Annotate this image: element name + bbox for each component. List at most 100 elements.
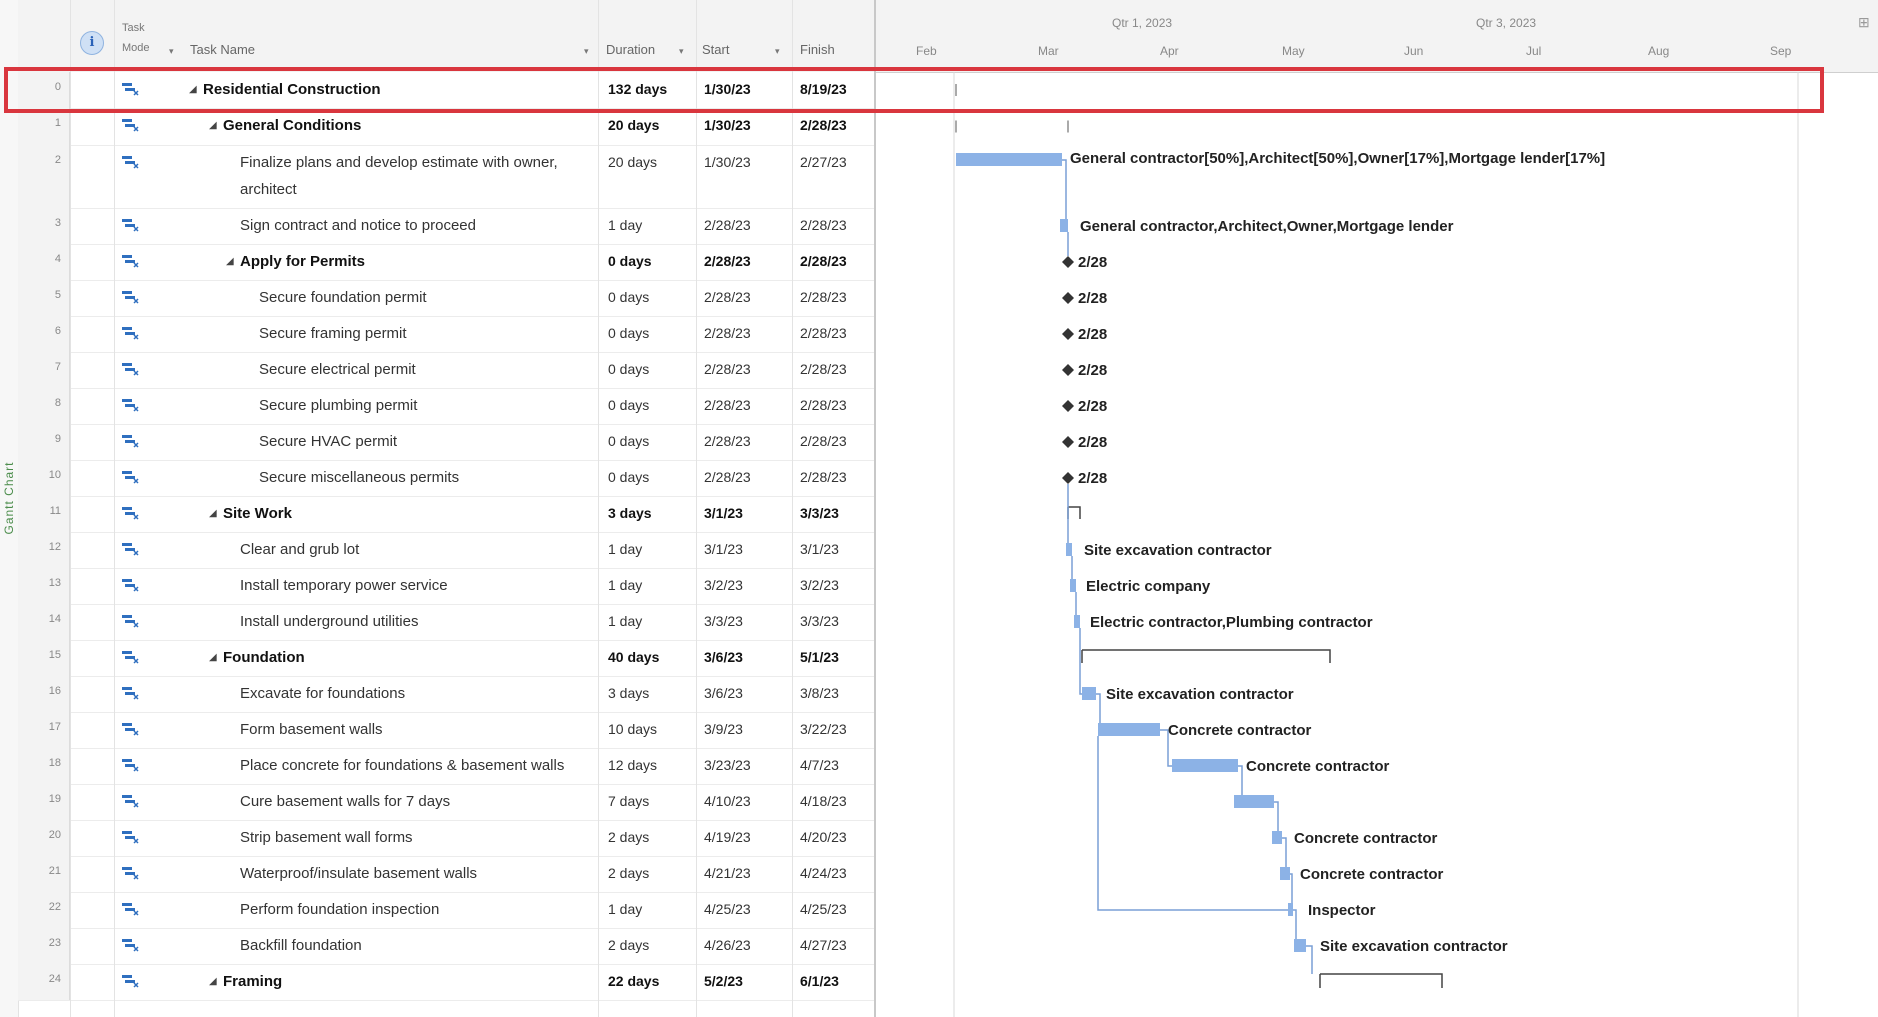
row-number[interactable]: 4 — [18, 244, 70, 280]
task-start-cell[interactable]: 3/3/23 — [704, 613, 743, 629]
task-duration-cell[interactable]: 2 days — [608, 865, 649, 881]
info-icon[interactable]: i — [80, 31, 104, 55]
duration-dropdown-icon[interactable]: ▾ — [679, 46, 684, 57]
task-row[interactable]: 0 ◢ Residential Construction 132 days 1/30/2… — [18, 72, 874, 109]
task-name[interactable]: Finalize plans and develop estimate with… — [240, 154, 558, 171]
task-start-cell[interactable]: 3/23/23 — [704, 757, 751, 773]
row-number[interactable]: 7 — [18, 352, 70, 388]
view-bar[interactable]: Gantt Chart — [0, 0, 19, 1017]
task-start-cell[interactable]: 2/28/23 — [704, 217, 751, 233]
task-finish-cell[interactable]: 2/28/23 — [800, 253, 847, 269]
task-name[interactable]: Strip basement wall forms — [240, 829, 413, 846]
task-row[interactable]: 9 Secure HVAC permit 0 days 2/28/23 2/28/23 — [18, 424, 874, 461]
row-number[interactable]: 13 — [18, 568, 70, 604]
row-number[interactable]: 14 — [18, 604, 70, 640]
row-number[interactable]: 11 — [18, 496, 70, 532]
task-row[interactable]: 21 Waterproof/insulate basement walls 2 da… — [18, 856, 874, 893]
task-finish-cell[interactable]: 4/25/23 — [800, 901, 847, 917]
task-row[interactable]: 10 Secure miscellaneous permits 0 days 2/28… — [18, 460, 874, 497]
task-name[interactable]: Secure miscellaneous permits — [259, 469, 459, 486]
task-start-cell[interactable]: 3/9/23 — [704, 721, 743, 737]
task-start-cell[interactable]: 4/26/23 — [704, 937, 751, 953]
task-duration-cell[interactable]: 10 days — [608, 721, 657, 737]
task-finish-cell[interactable]: 3/22/23 — [800, 721, 847, 737]
task-start-cell[interactable]: 2/28/23 — [704, 469, 751, 485]
task-row[interactable]: 3 Sign contract and notice to proceed 1 da… — [18, 208, 874, 245]
task-finish-cell[interactable]: 2/28/23 — [800, 217, 847, 233]
task-finish-cell[interactable]: 3/3/23 — [800, 505, 839, 521]
task-start-cell[interactable]: 2/28/23 — [704, 397, 751, 413]
task-duration-cell[interactable]: 0 days — [608, 469, 649, 485]
task-row[interactable]: 8 Secure plumbing permit 0 days 2/28/23 2/28… — [18, 388, 874, 425]
task-duration-cell[interactable]: 2 days — [608, 829, 649, 845]
task-duration-cell[interactable]: 20 days — [608, 117, 659, 133]
task-duration-cell[interactable]: 0 days — [608, 361, 649, 377]
row-number[interactable]: 3 — [18, 208, 70, 244]
task-start-cell[interactable]: 3/6/23 — [704, 649, 743, 665]
task-duration-cell[interactable]: 1 day — [608, 613, 642, 629]
task-name[interactable]: Clear and grub lot — [240, 541, 359, 558]
task-name[interactable]: Secure foundation permit — [259, 289, 427, 306]
task-row[interactable]: 16 Excavate for foundations 3 days 3/6/23 3/… — [18, 676, 874, 713]
task-duration-cell[interactable]: 0 days — [608, 325, 649, 341]
task-start-cell[interactable]: 2/28/23 — [704, 433, 751, 449]
task-name[interactable]: Residential Construction — [203, 81, 381, 98]
task-start-cell[interactable]: 3/6/23 — [704, 685, 743, 701]
task-start-cell[interactable]: 3/1/23 — [704, 541, 743, 557]
task-finish-cell[interactable]: 4/24/23 — [800, 865, 847, 881]
task-name[interactable]: Install temporary power service — [240, 577, 448, 594]
row-number[interactable]: 22 — [18, 892, 70, 928]
collapse-toggle-icon[interactable]: ◢ — [209, 120, 217, 131]
task-start-cell[interactable]: 2/28/23 — [704, 289, 751, 305]
row-number[interactable]: 6 — [18, 316, 70, 352]
task-name[interactable]: Secure framing permit — [259, 325, 407, 342]
row-number[interactable]: 5 — [18, 280, 70, 316]
task-finish-cell[interactable]: 2/28/23 — [800, 397, 847, 413]
row-number[interactable]: 20 — [18, 820, 70, 856]
task-row[interactable]: 20 Strip basement wall forms 2 days 4/19/23… — [18, 820, 874, 857]
collapse-toggle-icon[interactable]: ◢ — [189, 84, 197, 95]
row-number[interactable]: 15 — [18, 640, 70, 676]
task-name[interactable]: Excavate for foundations — [240, 685, 405, 702]
row-number[interactable]: 16 — [18, 676, 70, 712]
column-finish[interactable]: Finish — [800, 42, 835, 57]
task-duration-cell[interactable]: 0 days — [608, 397, 649, 413]
task-finish-cell[interactable]: 2/28/23 — [800, 361, 847, 377]
column-task-name[interactable]: Task Name — [190, 42, 255, 57]
task-row[interactable]: 23 Backfill foundation 2 days 4/26/23 4/27/2… — [18, 928, 874, 965]
task-finish-cell[interactable]: 3/8/23 — [800, 685, 839, 701]
task-start-cell[interactable]: 4/25/23 — [704, 901, 751, 917]
task-finish-cell[interactable]: 2/28/23 — [800, 325, 847, 341]
mode-dropdown-icon[interactable]: ▾ — [169, 46, 174, 57]
task-row[interactable]: 5 Secure foundation permit 0 days 2/28/23 2/… — [18, 280, 874, 317]
task-duration-cell[interactable]: 2 days — [608, 937, 649, 953]
task-duration-cell[interactable]: 132 days — [608, 81, 667, 97]
task-start-cell[interactable]: 3/1/23 — [704, 505, 743, 521]
row-number[interactable]: 23 — [18, 928, 70, 964]
task-duration-cell[interactable]: 3 days — [608, 505, 652, 521]
row-number[interactable]: 24 — [18, 964, 70, 1000]
task-finish-cell[interactable]: 4/20/23 — [800, 829, 847, 845]
row-number[interactable]: 9 — [18, 424, 70, 460]
gantt-chart[interactable]: Qtr 1, 2023 Qtr 3, 2023 Feb Mar Apr May Jun J… — [874, 0, 1878, 1017]
task-row[interactable]: 1 ◢ General Conditions 20 days 1/30/23 2/28/2… — [18, 108, 874, 146]
task-name[interactable]: Secure electrical permit — [259, 361, 416, 378]
task-row[interactable]: 14 Install underground utilities 1 day 3/3/… — [18, 604, 874, 641]
collapse-toggle-icon[interactable]: ◢ — [209, 976, 217, 987]
task-duration-cell[interactable]: 0 days — [608, 289, 649, 305]
row-number[interactable]: 18 — [18, 748, 70, 784]
column-start[interactable]: Start — [702, 42, 729, 57]
task-duration-cell[interactable]: 1 day — [608, 541, 642, 557]
task-name[interactable]: Install underground utilities — [240, 613, 418, 630]
task-name[interactable]: General Conditions — [223, 117, 361, 134]
task-name[interactable]: Secure plumbing permit — [259, 397, 417, 414]
task-name[interactable]: Secure HVAC permit — [259, 433, 397, 450]
task-finish-cell[interactable]: 3/2/23 — [800, 577, 839, 593]
task-row[interactable]: 7 Secure electrical permit 0 days 2/28/23 2/… — [18, 352, 874, 389]
task-name[interactable]: Sign contract and notice to proceed — [240, 217, 476, 234]
task-start-cell[interactable]: 2/28/23 — [704, 253, 751, 269]
task-row[interactable]: 19 Cure basement walls for 7 days 7 days 4/… — [18, 784, 874, 821]
collapse-toggle-icon[interactable]: ◢ — [226, 256, 234, 267]
task-duration-cell[interactable]: 1 day — [608, 217, 642, 233]
task-start-cell[interactable]: 2/28/23 — [704, 361, 751, 377]
